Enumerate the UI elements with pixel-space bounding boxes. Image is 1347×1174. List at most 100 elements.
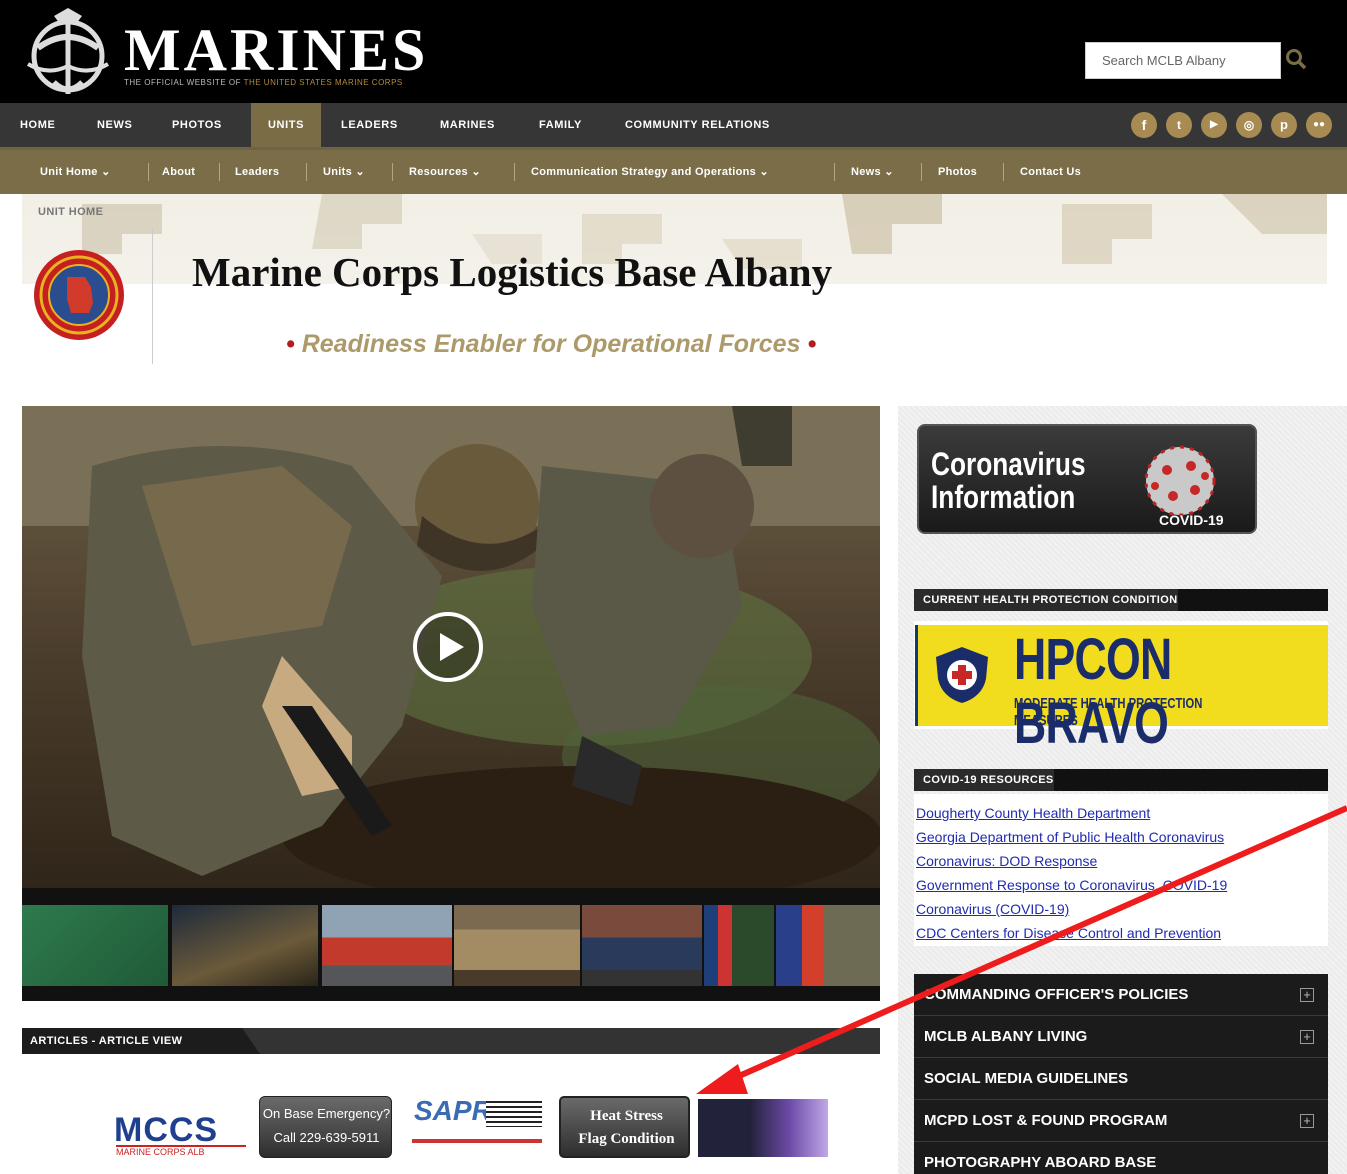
twitter-icon[interactable]: t bbox=[1166, 112, 1192, 138]
facebook-icon[interactable]: f bbox=[1131, 112, 1157, 138]
hpcon-section-header: CURRENT HEALTH PROTECTION CONDITION bbox=[914, 589, 1328, 611]
menu-item-label: MCPD LOST & FOUND PROGRAM bbox=[924, 1112, 1168, 1129]
chevron-down-icon: ⌄ bbox=[884, 166, 894, 178]
nav-news[interactable]: NEWS bbox=[97, 103, 132, 147]
resource-link[interactable]: Government Response to Coronavirus, COVI… bbox=[916, 877, 1227, 893]
emergency-line-2: Call 229-639-5911 bbox=[273, 1130, 380, 1145]
nav-home[interactable]: HOME bbox=[20, 103, 55, 147]
coronavirus-information-banner[interactable]: Coronavirus Information COVID-19 bbox=[917, 424, 1257, 534]
marine-corps-emblem-icon[interactable] bbox=[18, 6, 118, 98]
covid-title-line-2: Information bbox=[931, 479, 1076, 515]
expand-icon[interactable]: + bbox=[1300, 1114, 1314, 1128]
heat-stress-line-2: Flag Condition bbox=[578, 1131, 675, 1147]
subnav-divider bbox=[219, 163, 220, 181]
promo-banner[interactable] bbox=[698, 1099, 828, 1157]
page-title: Marine Corps Logistics Base Albany bbox=[192, 249, 833, 295]
banner-divider bbox=[152, 228, 153, 364]
nav-marines[interactable]: MARINES bbox=[440, 103, 495, 147]
sapr-banner-link[interactable]: SAPR bbox=[410, 1095, 544, 1159]
nav-units[interactable]: UNITS bbox=[251, 103, 321, 147]
search-input[interactable]: Search MCLB Albany bbox=[1085, 42, 1281, 79]
menu-item-social-media-guidelines[interactable]: SOCIAL MEDIA GUIDELINES bbox=[914, 1058, 1328, 1100]
covid-title-line-1: Coronavirus bbox=[931, 446, 1086, 482]
covid-tag: COVID-19 bbox=[1159, 512, 1224, 528]
chevron-down-icon: ⌄ bbox=[759, 166, 769, 178]
play-icon[interactable] bbox=[412, 611, 484, 683]
menu-item-label: PHOTOGRAPHY ABOARD BASE bbox=[924, 1154, 1157, 1171]
search-icon[interactable] bbox=[1285, 48, 1307, 70]
photo-thumbnail[interactable] bbox=[582, 905, 702, 986]
nav-family[interactable]: FAMILY bbox=[539, 103, 582, 147]
youtube-icon[interactable]: ▶ bbox=[1201, 112, 1227, 138]
on-base-emergency-banner[interactable]: On Base Emergency? Call 229-639-5911 bbox=[259, 1096, 392, 1158]
hpcon-description: MODERATE HEALTH PROTECTION MEASURES bbox=[1014, 695, 1203, 729]
subnav-resources[interactable]: Resources ⌄ bbox=[409, 150, 481, 194]
subnav-divider bbox=[834, 163, 835, 181]
resource-link[interactable]: Coronavirus: DOD Response bbox=[916, 853, 1097, 869]
subnav-photos[interactable]: Photos bbox=[938, 150, 977, 194]
photo-thumbnail[interactable] bbox=[322, 905, 452, 986]
hpcon-banner[interactable]: HPCON BRAVO MODERATE HEALTH PROTECTION M… bbox=[914, 621, 1328, 756]
heat-stress-flag-banner[interactable]: Heat Stress Flag Condition bbox=[559, 1096, 690, 1158]
subnav-communication-strategy[interactable]: Communication Strategy and Operations ⌄ bbox=[531, 150, 769, 194]
mclb-albany-seal-logo bbox=[34, 250, 124, 340]
site-brand[interactable]: MARINES bbox=[124, 20, 428, 80]
expand-icon[interactable]: + bbox=[1300, 988, 1314, 1002]
expand-icon[interactable]: + bbox=[1300, 1030, 1314, 1044]
bullet-icon: • bbox=[286, 330, 295, 358]
section-title: CURRENT HEALTH PROTECTION CONDITION bbox=[914, 589, 1178, 611]
subnav-label: Unit Home bbox=[40, 166, 98, 178]
photo-thumbnail[interactable] bbox=[22, 905, 168, 986]
articles-section-header: ARTICLES - ARTICLE VIEW bbox=[22, 1028, 880, 1054]
menu-item-commanding-officers-policies[interactable]: COMMANDING OFFICER'S POLICIES + bbox=[914, 974, 1328, 1016]
pinterest-icon[interactable]: p bbox=[1271, 112, 1297, 138]
nav-community-relations[interactable]: COMMUNITY RELATIONS bbox=[625, 103, 770, 147]
subnav-label: Resources bbox=[409, 166, 468, 178]
instagram-icon[interactable]: ◎ bbox=[1236, 112, 1262, 138]
subnav-news[interactable]: News ⌄ bbox=[851, 150, 894, 194]
subnav-label: Units bbox=[323, 166, 352, 178]
subnav-about[interactable]: About bbox=[162, 150, 195, 194]
annotation-arrowhead bbox=[696, 1064, 748, 1094]
subnav-unit-home[interactable]: Unit Home ⌄ bbox=[40, 150, 111, 194]
resource-link[interactable]: Coronavirus (COVID-19) bbox=[916, 901, 1069, 917]
mccs-banner-link[interactable]: MCCS MARINE CORPS ALB bbox=[114, 1095, 246, 1159]
resource-link[interactable]: Dougherty County Health Department bbox=[916, 805, 1150, 821]
chevron-down-icon: ⌄ bbox=[355, 166, 365, 178]
hpcon-card: HPCON BRAVO MODERATE HEALTH PROTECTION M… bbox=[915, 625, 1328, 756]
menu-item-label: SOCIAL MEDIA GUIDELINES bbox=[924, 1070, 1129, 1087]
menu-item-mclb-albany-living[interactable]: MCLB ALBANY LIVING + bbox=[914, 1016, 1328, 1058]
nav-leaders[interactable]: LEADERS bbox=[341, 103, 398, 147]
menu-item-photography-aboard-base[interactable]: PHOTOGRAPHY ABOARD BASE bbox=[914, 1142, 1328, 1174]
photo-thumbnail[interactable] bbox=[454, 905, 580, 986]
resource-link[interactable]: CDC Centers for Disease Control and Prev… bbox=[916, 925, 1221, 941]
nav-photos[interactable]: PHOTOS bbox=[172, 103, 222, 147]
tagline-prefix: THE OFFICIAL WEBSITE OF bbox=[124, 78, 241, 87]
photo-thumbnail[interactable] bbox=[776, 905, 880, 986]
hero-video[interactable] bbox=[22, 406, 880, 888]
subnav-label: Communication Strategy and Operations bbox=[531, 166, 757, 178]
subnav-units[interactable]: Units ⌄ bbox=[323, 150, 365, 194]
section-title: COVID-19 RESOURCES bbox=[914, 769, 1054, 791]
sapr-hotline-bar bbox=[412, 1139, 542, 1143]
subnav-divider bbox=[392, 163, 393, 181]
flickr-icon[interactable]: ●● bbox=[1306, 112, 1332, 138]
tagline-highlight: THE UNITED STATES MARINE CORPS bbox=[243, 78, 403, 87]
photo-thumbnail-strip bbox=[22, 888, 880, 1001]
subtitle-text: Readiness Enabler for Operational Forces bbox=[301, 330, 801, 358]
chevron-down-icon: ⌄ bbox=[101, 166, 111, 178]
photo-thumbnail[interactable] bbox=[172, 905, 318, 986]
subnav-leaders[interactable]: Leaders bbox=[235, 150, 279, 194]
links-clip: Dougherty County Health Department Georg… bbox=[914, 794, 1328, 946]
photo-thumbnail[interactable] bbox=[704, 905, 774, 986]
resource-link[interactable]: Georgia Department of Public Health Coro… bbox=[916, 829, 1224, 845]
site-tagline: THE OFFICIAL WEBSITE OF THE UNITED STATE… bbox=[124, 78, 403, 87]
breadcrumb[interactable]: UNIT HOME bbox=[38, 206, 103, 218]
shield-cross-icon bbox=[936, 647, 988, 703]
subnav-divider bbox=[148, 163, 149, 181]
menu-item-mcpd-lost-found[interactable]: MCPD LOST & FOUND PROGRAM + bbox=[914, 1100, 1328, 1142]
subnav-contact-us[interactable]: Contact Us bbox=[1020, 150, 1081, 194]
subnav-divider bbox=[921, 163, 922, 181]
subnav-divider bbox=[514, 163, 515, 181]
emergency-line-1: On Base Emergency? bbox=[262, 1106, 391, 1121]
